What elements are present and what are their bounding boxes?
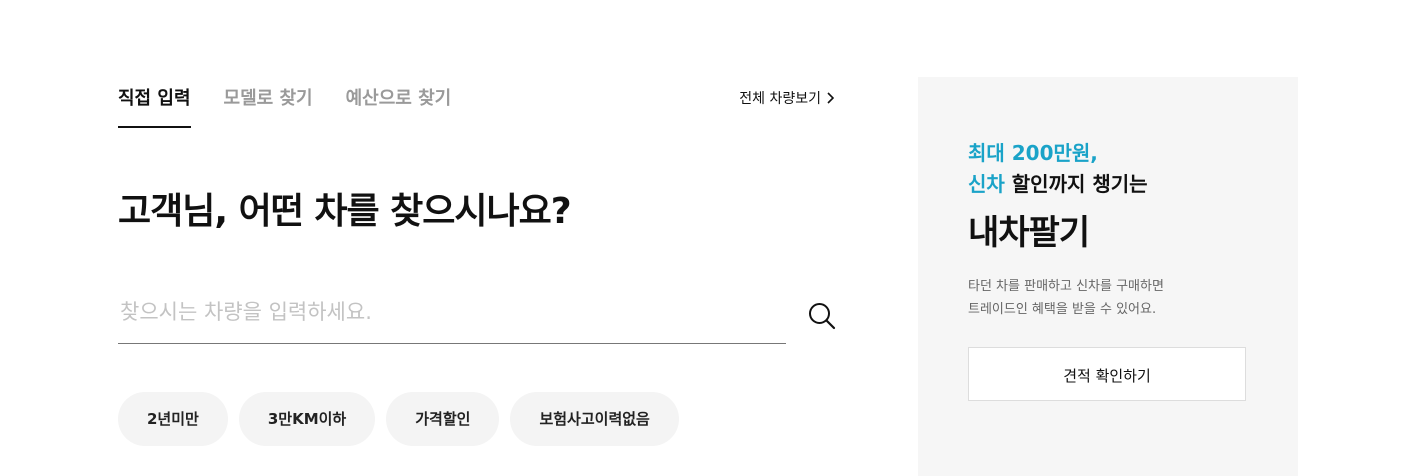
promo-title: 내차팔기 <box>968 213 1090 253</box>
chevron-right-icon <box>827 92 834 104</box>
trade-in-promo-card: 최대 200만원, 신차 할인까지 챙기는 내차팔기 타던 차를 판매하고 신차… <box>918 77 1298 476</box>
tab-find-by-model[interactable]: 모델로 찾기 <box>224 86 313 126</box>
promo-headline-amount: 최대 200만원, <box>968 141 1098 165</box>
chip-under-30000-km[interactable]: 3만KM이하 <box>238 392 376 446</box>
search-icon[interactable] <box>806 300 838 332</box>
search-field <box>118 290 786 344</box>
promo-description: 타던 차를 판매하고 신차를 구매하면 트레이드인 혜택을 받을 수 있어요. <box>968 275 1164 321</box>
view-all-cars-link[interactable]: 전체 차량보기 <box>739 88 834 108</box>
search-input[interactable] <box>118 290 786 334</box>
chip-price-discount[interactable]: 가격할인 <box>386 392 500 446</box>
promo-sub-text: 할인까지 챙기는 <box>1004 172 1148 196</box>
tab-find-by-budget[interactable]: 예산으로 찾기 <box>346 86 452 126</box>
promo-accent-text: 신차 <box>968 172 1005 196</box>
search-tabs: 직접 입력 모델로 찾기 예산으로 찾기 <box>118 86 484 128</box>
chip-under-2-years[interactable]: 2년미만 <box>118 392 228 446</box>
check-estimate-button[interactable]: 견적 확인하기 <box>968 347 1246 401</box>
view-all-cars-label: 전체 차량보기 <box>739 91 821 107</box>
promo-headline-sub: 신차 할인까지 챙기는 <box>968 168 1148 197</box>
promo-description-line-2: 트레이드인 혜택을 받을 수 있어요. <box>968 302 1157 317</box>
tab-direct-input[interactable]: 직접 입력 <box>118 86 191 128</box>
quick-filter-chips: 2년미만 3만KM이하 가격할인 보험사고이력없음 <box>118 392 679 446</box>
chip-no-insurance-accident[interactable]: 보험사고이력없음 <box>510 392 679 446</box>
promo-description-line-1: 타던 차를 판매하고 신차를 구매하면 <box>968 279 1164 294</box>
page-title: 고객님, 어떤 차를 찾으시나요? <box>118 191 572 232</box>
